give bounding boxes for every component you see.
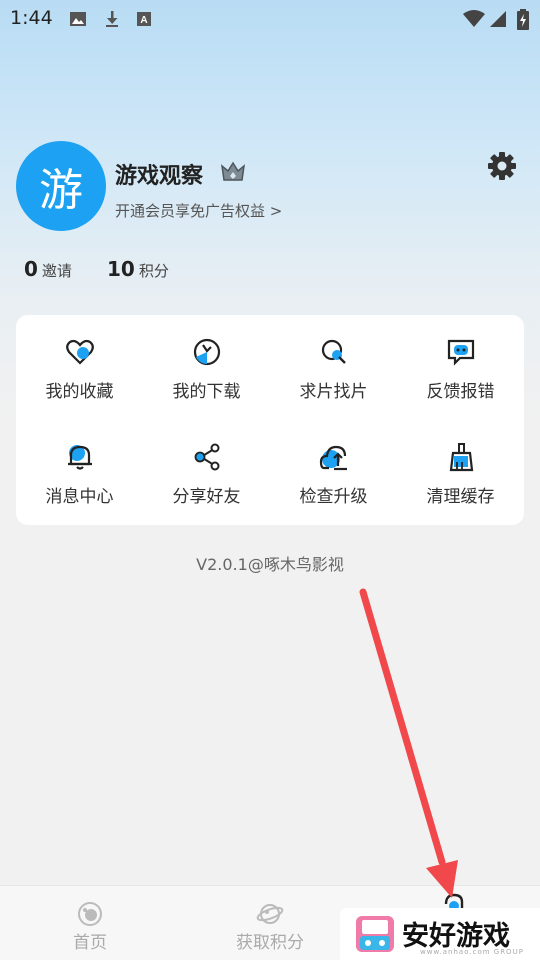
watermark: 安好游戏 www.anhao.com GROUP: [340, 908, 540, 960]
watermark-subtext: www.anhao.com GROUP: [420, 948, 524, 956]
game-console-logo-icon: [356, 916, 394, 952]
annotation-arrow: [359, 588, 458, 898]
